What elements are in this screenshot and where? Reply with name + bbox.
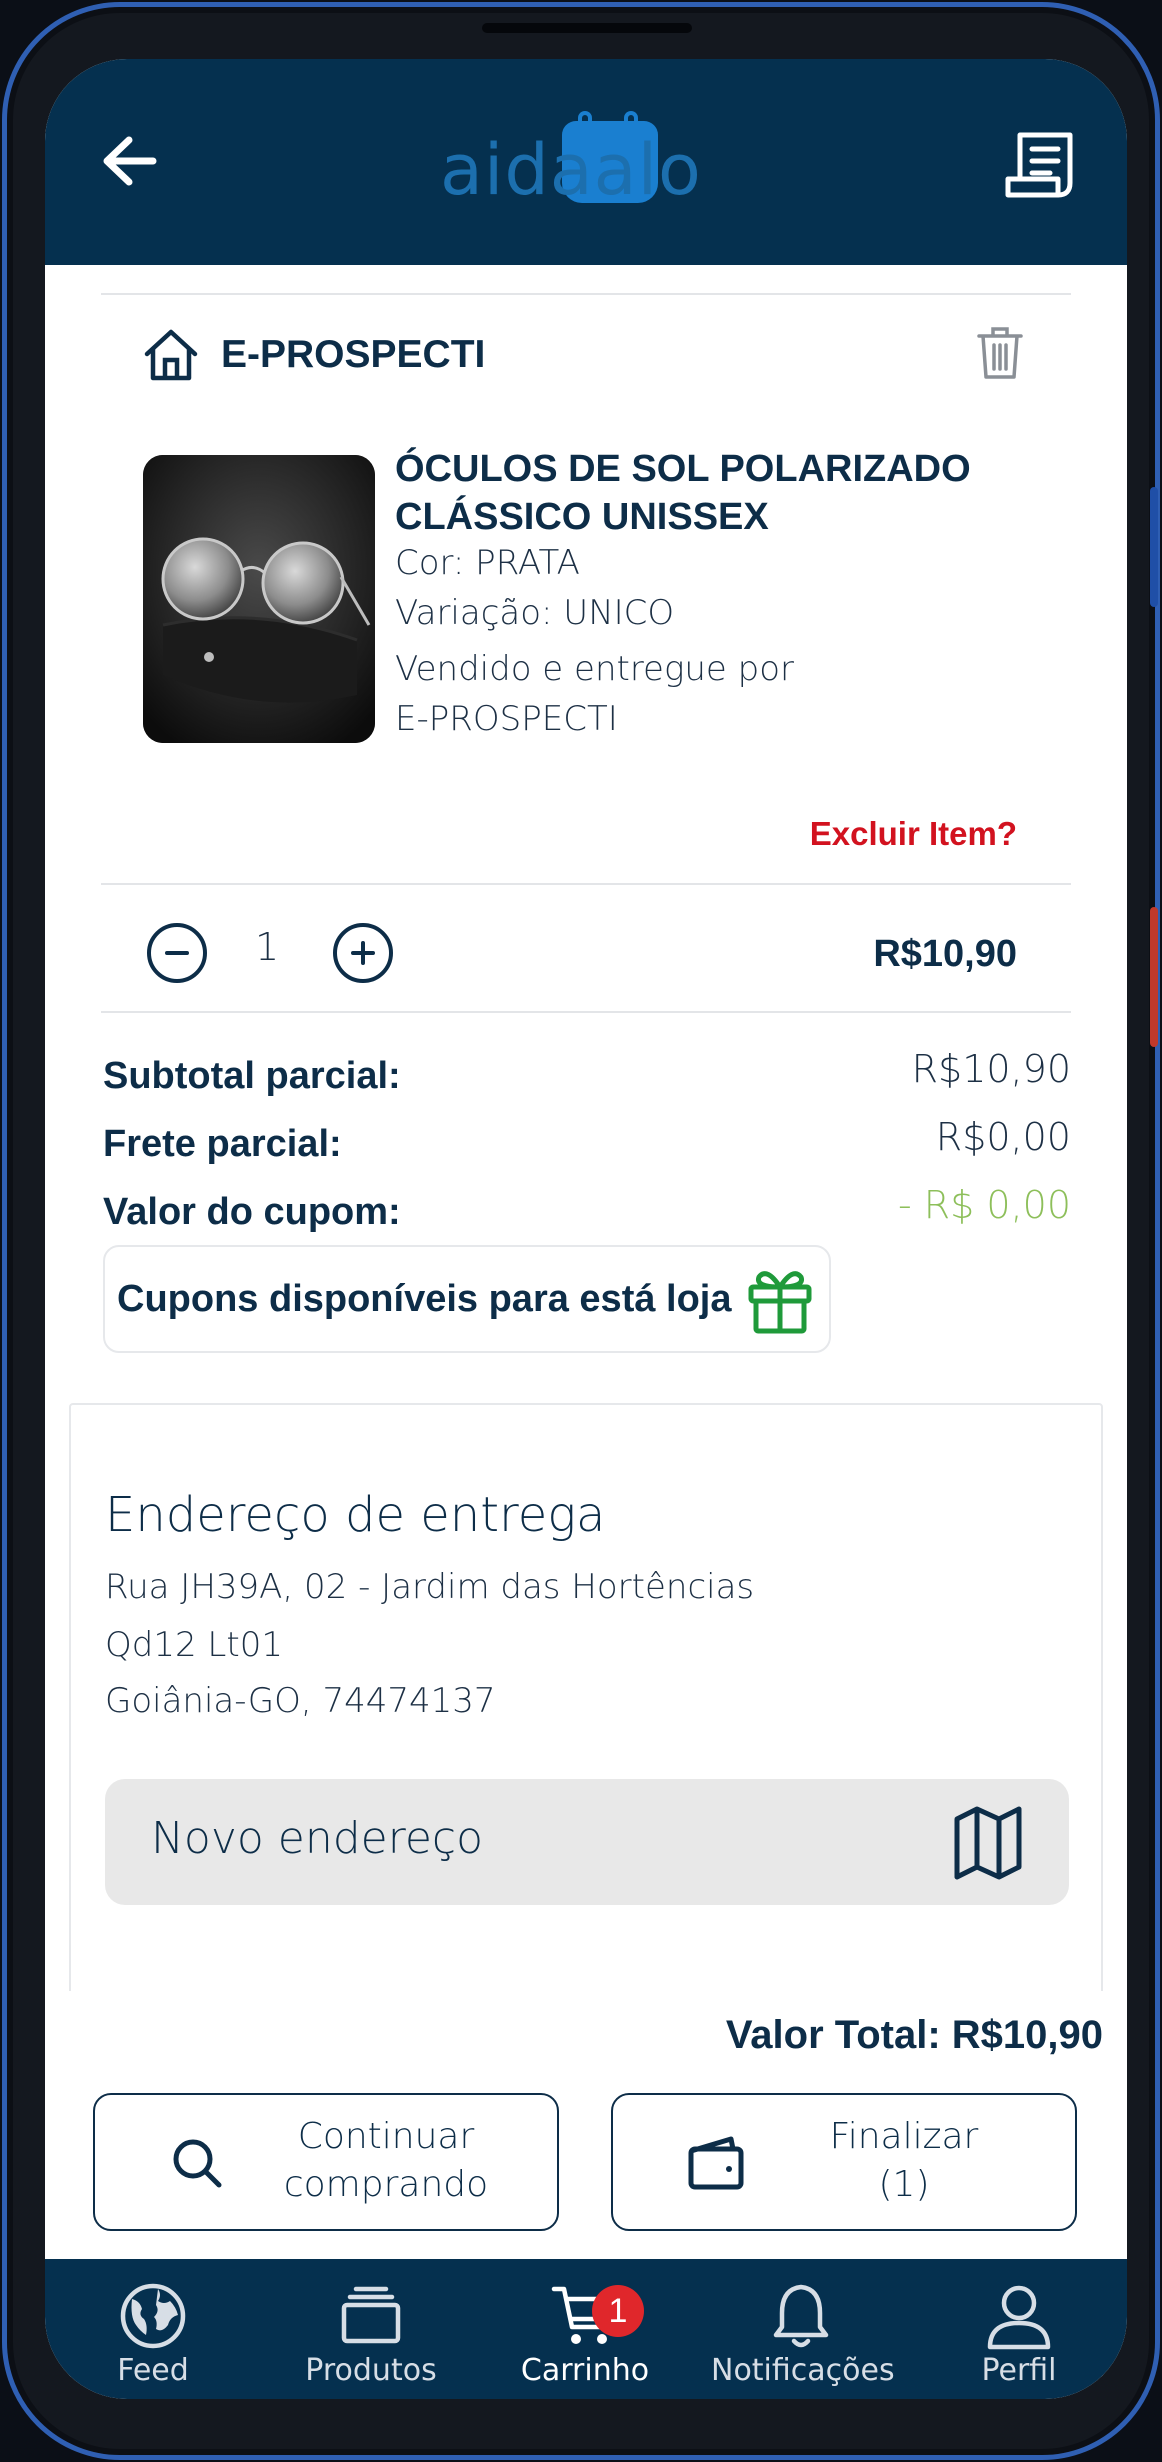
product-title[interactable]: ÓCULOS DE SOL POLARIZADO CLÁSSICO UNISSE… [395, 445, 1035, 541]
minus-icon [165, 951, 189, 955]
app-screen: aidaalo E-PROSPECTI ÓCULOS DE SOL POLARI… [45, 59, 1127, 2399]
available-coupons-button[interactable]: Cupons disponíveis para está loja [103, 1245, 831, 1353]
phone-frame: aidaalo E-PROSPECTI ÓCULOS DE SOL POLARI… [2, 2, 1160, 2460]
gift-icon [748, 1271, 812, 1334]
decrease-quantity-button[interactable] [147, 923, 207, 983]
continue-shopping-label: Continuar comprando [283, 2116, 489, 2205]
bottom-tab-bar: Feed Produtos 1 Carrinho Notificações Pe… [45, 2259, 1127, 2399]
tab-notificacoes[interactable]: Notificações [711, 2281, 895, 2391]
store-name: E-PROSPECTI [221, 333, 486, 376]
product-color: Cor: PRATA [395, 543, 580, 583]
freight-value: R$0,00 [935, 1115, 1071, 1159]
quantity-value: 1 [255, 925, 280, 969]
subtotal-value: R$10,90 [911, 1047, 1071, 1091]
item-price: R$10,90 [873, 933, 1017, 975]
plus-icon [351, 941, 375, 965]
tab-label: Produtos [305, 2353, 437, 2388]
earpiece [482, 23, 692, 33]
seller-label: Vendido e entregue por [395, 649, 795, 689]
divider [101, 1011, 1071, 1013]
divider [101, 883, 1071, 885]
delete-store-button[interactable] [975, 325, 1025, 381]
logo-text: aidaalo [440, 129, 702, 211]
divider [101, 293, 1071, 295]
product-image[interactable] [143, 455, 375, 743]
receipt-icon [1005, 132, 1073, 198]
cart-content: E-PROSPECTI ÓCULOS DE SOL POLARIZADO CLÁ… [45, 265, 1127, 2399]
tab-label: Carrinho [520, 2353, 650, 2388]
tab-carrinho[interactable]: 1 Carrinho [495, 2281, 675, 2391]
store-home-icon [144, 329, 198, 381]
tab-label: Notificações [711, 2353, 895, 2388]
trash-icon [977, 327, 1023, 379]
freight-label: Frete parcial: [103, 1123, 342, 1165]
checkout-bar: Valor Total: R$10,90 Continuar comprando [45, 1991, 1127, 2259]
new-address-label: Novo endereço [151, 1813, 484, 1864]
address-title: Endereço de entrega [105, 1487, 606, 1543]
arrow-left-icon [103, 136, 157, 186]
tab-feed[interactable]: Feed [63, 2281, 243, 2391]
orders-button[interactable] [999, 125, 1079, 205]
tab-produtos[interactable]: Produtos [281, 2281, 461, 2391]
wallet-icon [688, 2136, 744, 2190]
address-line-1: Rua JH39A, 02 - Jardim das Hortências [105, 1567, 755, 1607]
subtotal-label: Subtotal parcial: [103, 1055, 401, 1097]
finish-order-button[interactable]: Finalizar (1) [611, 2093, 1077, 2231]
sunglasses-image [143, 455, 375, 743]
user-icon [987, 2285, 1051, 2350]
tab-perfil[interactable]: Perfil [929, 2281, 1109, 2391]
total-value: Valor Total: R$10,90 [725, 2013, 1103, 2057]
address-line-3: Goiânia-GO, 74474137 [105, 1681, 496, 1721]
coupon-label: Valor do cupom: [103, 1191, 401, 1233]
bell-icon [773, 2284, 829, 2348]
continue-shopping-button[interactable]: Continuar comprando [93, 2093, 559, 2231]
tab-label: Feed [117, 2353, 189, 2388]
product-variation: Variação: UNICO [395, 593, 675, 633]
quantity-row: 1 R$10,90 [45, 895, 1127, 1015]
coupon-value: - R$ 0,00 [897, 1183, 1071, 1227]
seller-name: E-PROSPECTI [395, 699, 618, 739]
finish-order-label: Finalizar (1) [829, 2116, 979, 2205]
cart-badge: 1 [592, 2285, 644, 2337]
available-coupons-label: Cupons disponíveis para está loja [117, 1277, 732, 1320]
power-button [1150, 907, 1158, 1047]
tab-label: Perfil [981, 2353, 1057, 2388]
search-icon [173, 2139, 222, 2188]
back-button[interactable] [95, 131, 163, 191]
map-icon [954, 1806, 1022, 1880]
new-address-button[interactable]: Novo endereço [105, 1779, 1069, 1905]
store-header: E-PROSPECTI [143, 325, 485, 385]
address-line-2: Qd12 Lt01 [105, 1625, 283, 1665]
delete-item-link[interactable]: Excluir Item? [810, 815, 1017, 853]
volume-button [1150, 487, 1158, 607]
increase-quantity-button[interactable] [333, 923, 393, 983]
stack-icon [341, 2286, 401, 2344]
app-header: aidaalo [45, 59, 1127, 265]
globe-icon [120, 2283, 186, 2349]
app-logo: aidaalo [440, 111, 740, 217]
